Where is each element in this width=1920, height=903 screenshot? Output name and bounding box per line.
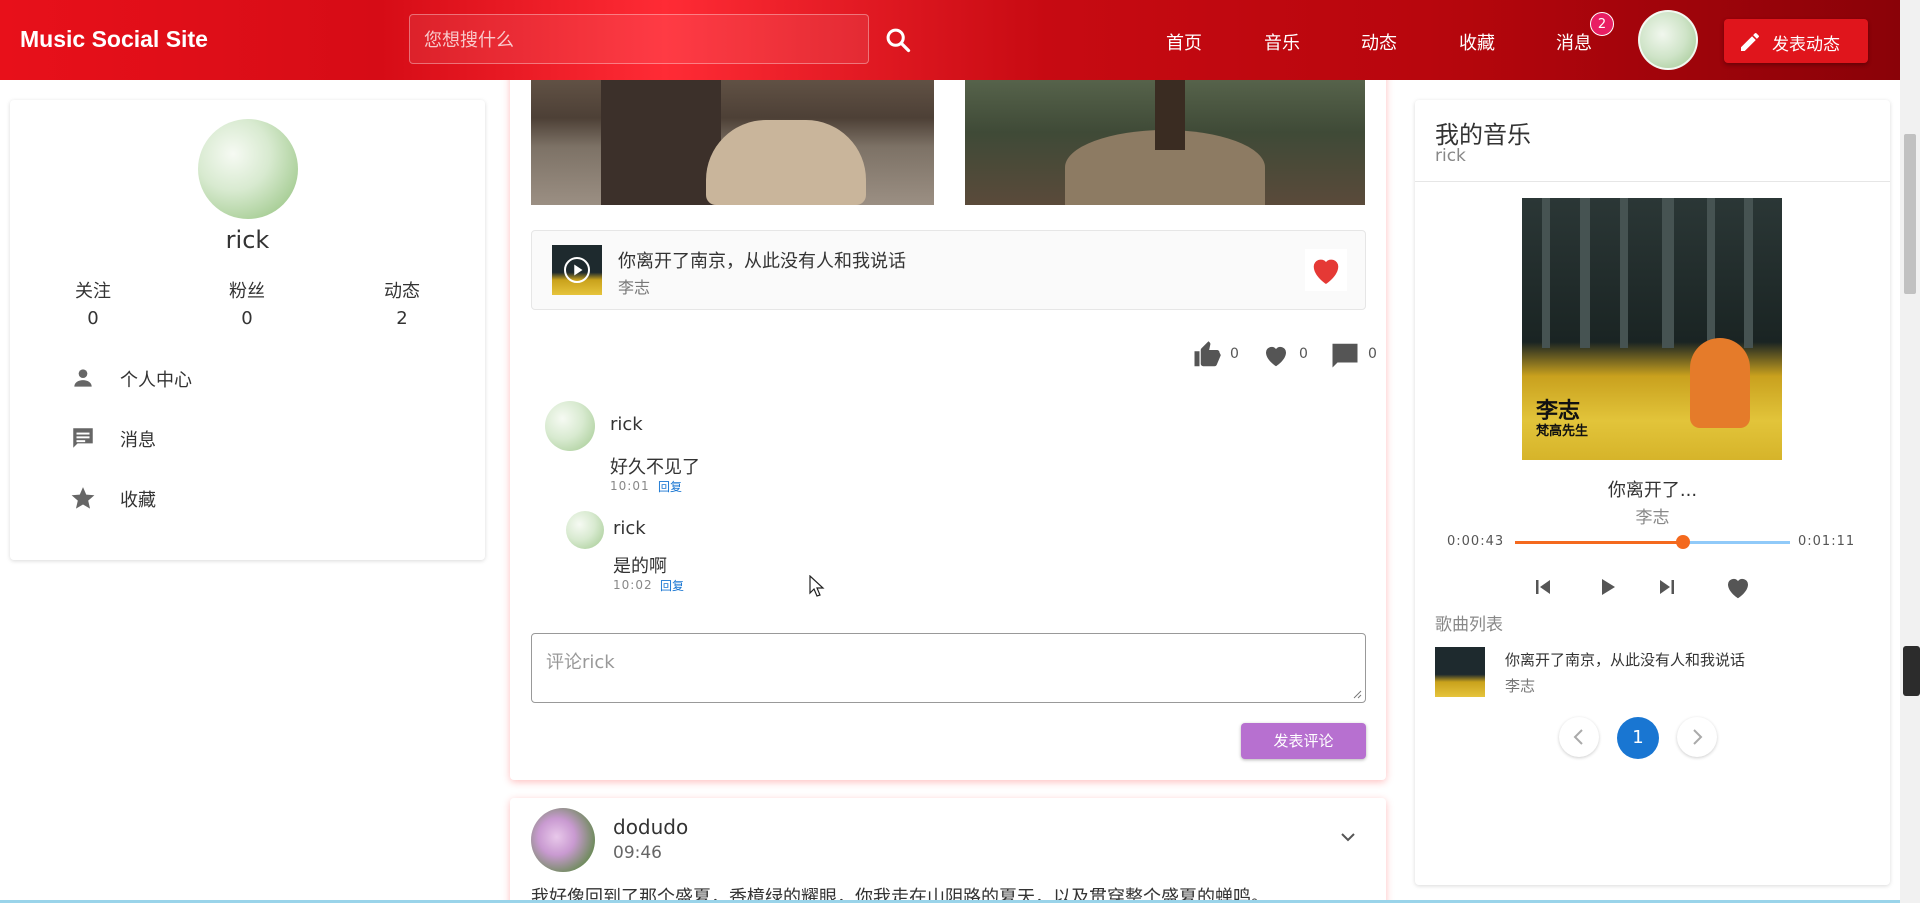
album-cover: 李志 梵高先生 <box>1522 198 1782 460</box>
comment-text: 是的啊 <box>613 556 667 577</box>
post-button[interactable]: 发表动态 <box>1724 19 1868 63</box>
search-input[interactable] <box>424 27 824 53</box>
post-card: dodudo 09:46 我好像回到了那个盛夏，香樟绿的耀眼，你我走在山阴路的夏… <box>510 798 1386 903</box>
time-total: 0:01:11 <box>1798 534 1856 549</box>
favorite-count: 0 <box>1299 346 1308 362</box>
divider <box>1415 181 1890 182</box>
reply-link[interactable]: 回复 <box>660 577 684 594</box>
nav-music[interactable]: 音乐 <box>1264 29 1300 55</box>
song-title: 你离开了南京，从此没有人和我说话 <box>618 251 906 272</box>
message-icon <box>73 428 93 448</box>
stat-following-label[interactable]: 关注 <box>53 277 133 303</box>
stat-followers-value[interactable]: 0 <box>207 308 287 329</box>
heart-icon[interactable] <box>1261 340 1291 370</box>
comment-time: 10:01 <box>610 479 650 493</box>
like-count: 0 <box>1230 346 1239 362</box>
nav-messages[interactable]: 消息 <box>1556 29 1592 55</box>
person-icon <box>74 369 92 387</box>
pencil-icon <box>1741 32 1760 51</box>
comment-text: 好久不见了 <box>610 457 700 478</box>
stat-posts-value[interactable]: 2 <box>362 308 442 329</box>
chevron-right-icon <box>1693 729 1703 745</box>
post-photo[interactable] <box>531 60 934 205</box>
progress-thumb[interactable] <box>1675 535 1690 549</box>
post-time: 09:46 <box>613 843 662 863</box>
skip-next-icon[interactable] <box>1655 575 1679 599</box>
comment-avatar[interactable] <box>566 511 604 549</box>
favorite-song-button[interactable] <box>1305 249 1347 291</box>
nav-favorites[interactable]: 收藏 <box>1459 29 1495 55</box>
mouse-cursor-icon <box>809 575 825 597</box>
page-prev-button[interactable] <box>1559 717 1599 757</box>
play-circle-icon[interactable] <box>564 257 590 283</box>
comment-avatar[interactable] <box>545 401 595 451</box>
page-number[interactable]: 1 <box>1617 717 1659 759</box>
music-panel-title: 我的音乐 <box>1435 121 1531 149</box>
cover-album-text: 梵高先生 <box>1536 424 1589 439</box>
post-photo[interactable] <box>965 60 1365 205</box>
comment-count: 0 <box>1368 346 1377 362</box>
song-list-cover[interactable] <box>1435 647 1485 697</box>
side-widget[interactable] <box>1903 646 1920 696</box>
play-icon[interactable] <box>1595 575 1619 599</box>
scrollbar-thumb[interactable] <box>1904 134 1916 294</box>
progress-slider[interactable] <box>1515 535 1790 549</box>
reply-link[interactable]: 回复 <box>658 478 682 495</box>
now-playing-title: 你离开了... <box>1607 480 1698 501</box>
thumb-up-icon[interactable] <box>1192 340 1222 370</box>
search-box <box>409 14 869 64</box>
song-list-label: 歌曲列表 <box>1435 615 1503 635</box>
music-panel: 我的音乐 rick 李志 梵高先生 你离开了... 李志 0:00:43 0:0… <box>1415 100 1890 885</box>
comment-input[interactable] <box>546 648 1346 688</box>
comment-user[interactable]: rick <box>613 518 646 539</box>
music-panel-subtitle: rick <box>1435 146 1466 166</box>
post-author[interactable]: dodudo <box>613 815 688 839</box>
song-cover[interactable] <box>552 245 602 295</box>
shared-song[interactable]: 你离开了南京，从此没有人和我说话 李志 <box>531 230 1366 310</box>
comment-field[interactable] <box>531 633 1366 703</box>
brand-title[interactable]: Music Social Site <box>20 26 208 53</box>
post-author-avatar[interactable] <box>531 808 595 872</box>
submit-comment-button[interactable]: 发表评论 <box>1241 723 1366 759</box>
profile-name[interactable]: rick <box>10 226 485 254</box>
skip-previous-icon[interactable] <box>1531 575 1555 599</box>
user-avatar[interactable] <box>1638 10 1698 70</box>
star-icon <box>71 487 95 509</box>
menu-item-messages[interactable]: 消息 <box>70 417 430 457</box>
progress-fill <box>1515 541 1683 544</box>
menu-item-profile[interactable]: 个人中心 <box>70 357 430 397</box>
heart-icon[interactable] <box>1723 572 1753 602</box>
post-button-label: 发表动态 <box>1772 35 1840 55</box>
heart-icon <box>1313 259 1339 284</box>
page-scrollbar[interactable] <box>1900 0 1920 903</box>
chevron-left-icon <box>1573 729 1583 745</box>
menu-item-label: 消息 <box>120 430 156 451</box>
menu-item-favorites[interactable]: 收藏 <box>70 477 430 517</box>
song-list-artist: 李志 <box>1505 677 1536 695</box>
menu-item-label: 个人中心 <box>120 370 192 391</box>
resize-handle-icon[interactable] <box>1352 689 1362 699</box>
menu-item-label: 收藏 <box>120 490 156 511</box>
app-header: Music Social Site 首页 音乐 动态 收藏 消息 2 发表动态 <box>0 0 1900 80</box>
stat-followers-label[interactable]: 粉丝 <box>207 277 287 303</box>
post-card: 你离开了南京，从此没有人和我说话 李志 0 0 0 rick 好久不见了 10:… <box>510 60 1386 780</box>
stat-posts-label[interactable]: 动态 <box>362 277 442 303</box>
nav-feed[interactable]: 动态 <box>1361 29 1397 55</box>
message-badge: 2 <box>1590 12 1614 36</box>
song-artist: 李志 <box>618 278 651 297</box>
stat-following-value[interactable]: 0 <box>53 308 133 329</box>
comment-icon[interactable] <box>1330 340 1360 370</box>
search-icon[interactable] <box>884 26 912 54</box>
profile-avatar[interactable] <box>198 119 298 219</box>
nav-home[interactable]: 首页 <box>1166 29 1202 55</box>
chevron-down-icon[interactable] <box>1336 825 1360 849</box>
comment-time: 10:02 <box>613 578 653 592</box>
comment-user[interactable]: rick <box>610 414 643 435</box>
profile-card: rick 关注 0 粉丝 0 动态 2 个人中心 消息 收藏 <box>10 100 485 560</box>
page-next-button[interactable] <box>1677 717 1717 757</box>
song-list-title[interactable]: 你离开了南京，从此没有人和我说话 <box>1505 649 1745 670</box>
now-playing-artist: 李志 <box>1635 508 1670 528</box>
time-current: 0:00:43 <box>1447 534 1505 549</box>
